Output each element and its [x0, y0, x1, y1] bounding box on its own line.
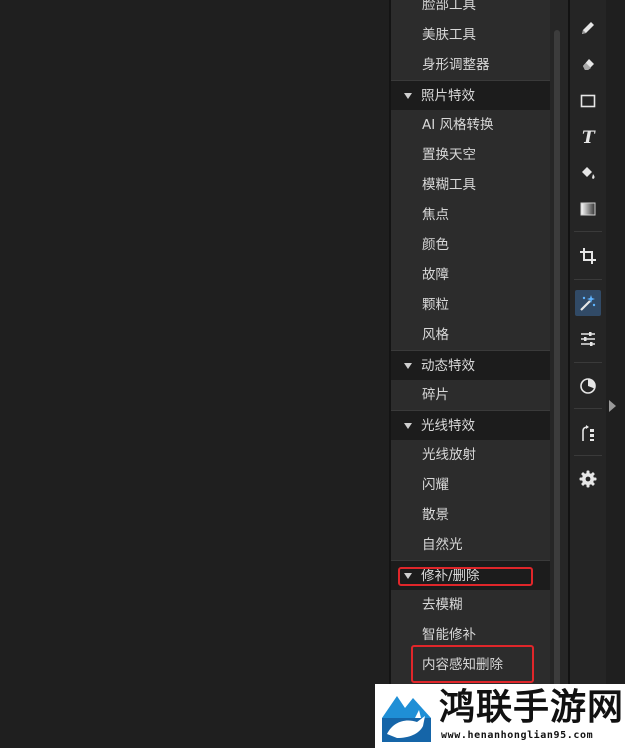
toolbar-separator	[574, 231, 602, 232]
brush-icon[interactable]	[575, 15, 601, 41]
effects-icon[interactable]	[575, 420, 601, 446]
svg-text:T: T	[582, 128, 596, 146]
panel-item-face-tools[interactable]: 脸部工具	[391, 0, 550, 20]
panel-header-photo-effects[interactable]: 照片特效	[391, 80, 550, 110]
panel-item-label: 闪耀	[422, 477, 449, 493]
panel-item-label: 身形调整器	[422, 57, 490, 73]
panel-item-label: 焦点	[422, 207, 449, 223]
panel-item-label: 颜色	[422, 237, 449, 253]
panel-item-label: 光线放射	[422, 447, 476, 463]
panel-item-label: 智能修补	[422, 627, 476, 643]
text-icon[interactable]: T	[575, 124, 601, 150]
panel-item-sparkle[interactable]: 闪耀	[391, 470, 550, 500]
fill-icon[interactable]	[575, 160, 601, 186]
panel-item-light-rays[interactable]: 光线放射	[391, 440, 550, 470]
watermark: 鸿联手游网 www.henanhonglian95.com	[375, 684, 625, 748]
panel-item-skin-tools[interactable]: 美肤工具	[391, 20, 550, 50]
panel-item-label: 去模糊	[422, 597, 463, 613]
panel-item-label: 颗粒	[422, 297, 449, 313]
expand-panel-arrow-icon[interactable]	[609, 400, 616, 412]
panel-item-label: 模糊工具	[422, 177, 476, 193]
collapse-triangle-icon	[404, 363, 412, 369]
watermark-url: www.henanhonglian95.com	[441, 730, 594, 741]
panel-item-fragments[interactable]: 碎片	[391, 380, 550, 410]
gradient-icon[interactable]	[575, 196, 601, 222]
panel-item-glitch[interactable]: 故障	[391, 260, 550, 290]
right-edge-strip	[606, 0, 625, 748]
highlight-box-content-aware-remove	[411, 645, 534, 683]
toolbar-separator	[574, 408, 602, 409]
magic-wand-icon[interactable]	[575, 290, 601, 316]
image-canvas[interactable]	[0, 0, 389, 748]
panel-item-bokeh[interactable]: 散景	[391, 500, 550, 530]
panel-item-label: AI 风格转换	[422, 117, 494, 133]
tool-bar: T	[570, 0, 606, 748]
adjust-sliders-icon[interactable]	[575, 326, 601, 352]
panel-item-color[interactable]: 颜色	[391, 230, 550, 260]
panel-item-sky-replacement[interactable]: 置换天空	[391, 140, 550, 170]
panel-header-label: 光线特效	[421, 418, 475, 434]
panel-item-label: 脸部工具	[422, 0, 476, 13]
panel-header-label: 照片特效	[421, 88, 475, 104]
panel-header-motion-effects[interactable]: 动态特效	[391, 350, 550, 380]
mask-icon[interactable]	[575, 373, 601, 399]
effects-panel: 脸部工具 美肤工具 身形调整器 照片特效 AI 风格转换 置换天空 模糊工具 焦…	[391, 0, 550, 748]
panel-item-style[interactable]: 风格	[391, 320, 550, 350]
panel-item-natural-light[interactable]: 自然光	[391, 530, 550, 560]
panel-header-label: 动态特效	[421, 358, 475, 374]
highlight-box-repair-header	[398, 567, 533, 586]
panel-header-light-effects[interactable]: 光线特效	[391, 410, 550, 440]
panel-item-label: 美肤工具	[422, 27, 476, 43]
watermark-title: 鸿联手游网	[439, 687, 625, 728]
collapse-triangle-icon	[404, 93, 412, 99]
panel-item-ai-style-transfer[interactable]: AI 风格转换	[391, 110, 550, 140]
panel-item-body-reshaper[interactable]: 身形调整器	[391, 50, 550, 80]
toolbar-separator	[574, 279, 602, 280]
panel-item-focus[interactable]: 焦点	[391, 200, 550, 230]
panel-scrollbar[interactable]	[550, 0, 568, 748]
panel-item-label: 碎片	[422, 387, 449, 403]
toolbar-separator	[574, 362, 602, 363]
panel-item-label: 风格	[422, 327, 449, 343]
eraser-icon[interactable]	[575, 51, 601, 77]
scrollbar-thumb[interactable]	[554, 30, 560, 690]
panel-item-grain[interactable]: 颗粒	[391, 290, 550, 320]
collapse-triangle-icon	[404, 423, 412, 429]
panel-item-label: 故障	[422, 267, 449, 283]
toolbar-separator	[574, 455, 602, 456]
panel-item-deblur[interactable]: 去模糊	[391, 590, 550, 620]
panel-item-label: 自然光	[422, 537, 463, 553]
watermark-logo-icon	[379, 688, 434, 744]
panel-item-label: 散景	[422, 507, 449, 523]
crop-icon[interactable]	[575, 243, 601, 269]
rectangle-icon[interactable]	[575, 88, 601, 114]
settings-icon[interactable]	[575, 466, 601, 492]
panel-item-blur-tools[interactable]: 模糊工具	[391, 170, 550, 200]
panel-item-label: 置换天空	[422, 147, 476, 163]
